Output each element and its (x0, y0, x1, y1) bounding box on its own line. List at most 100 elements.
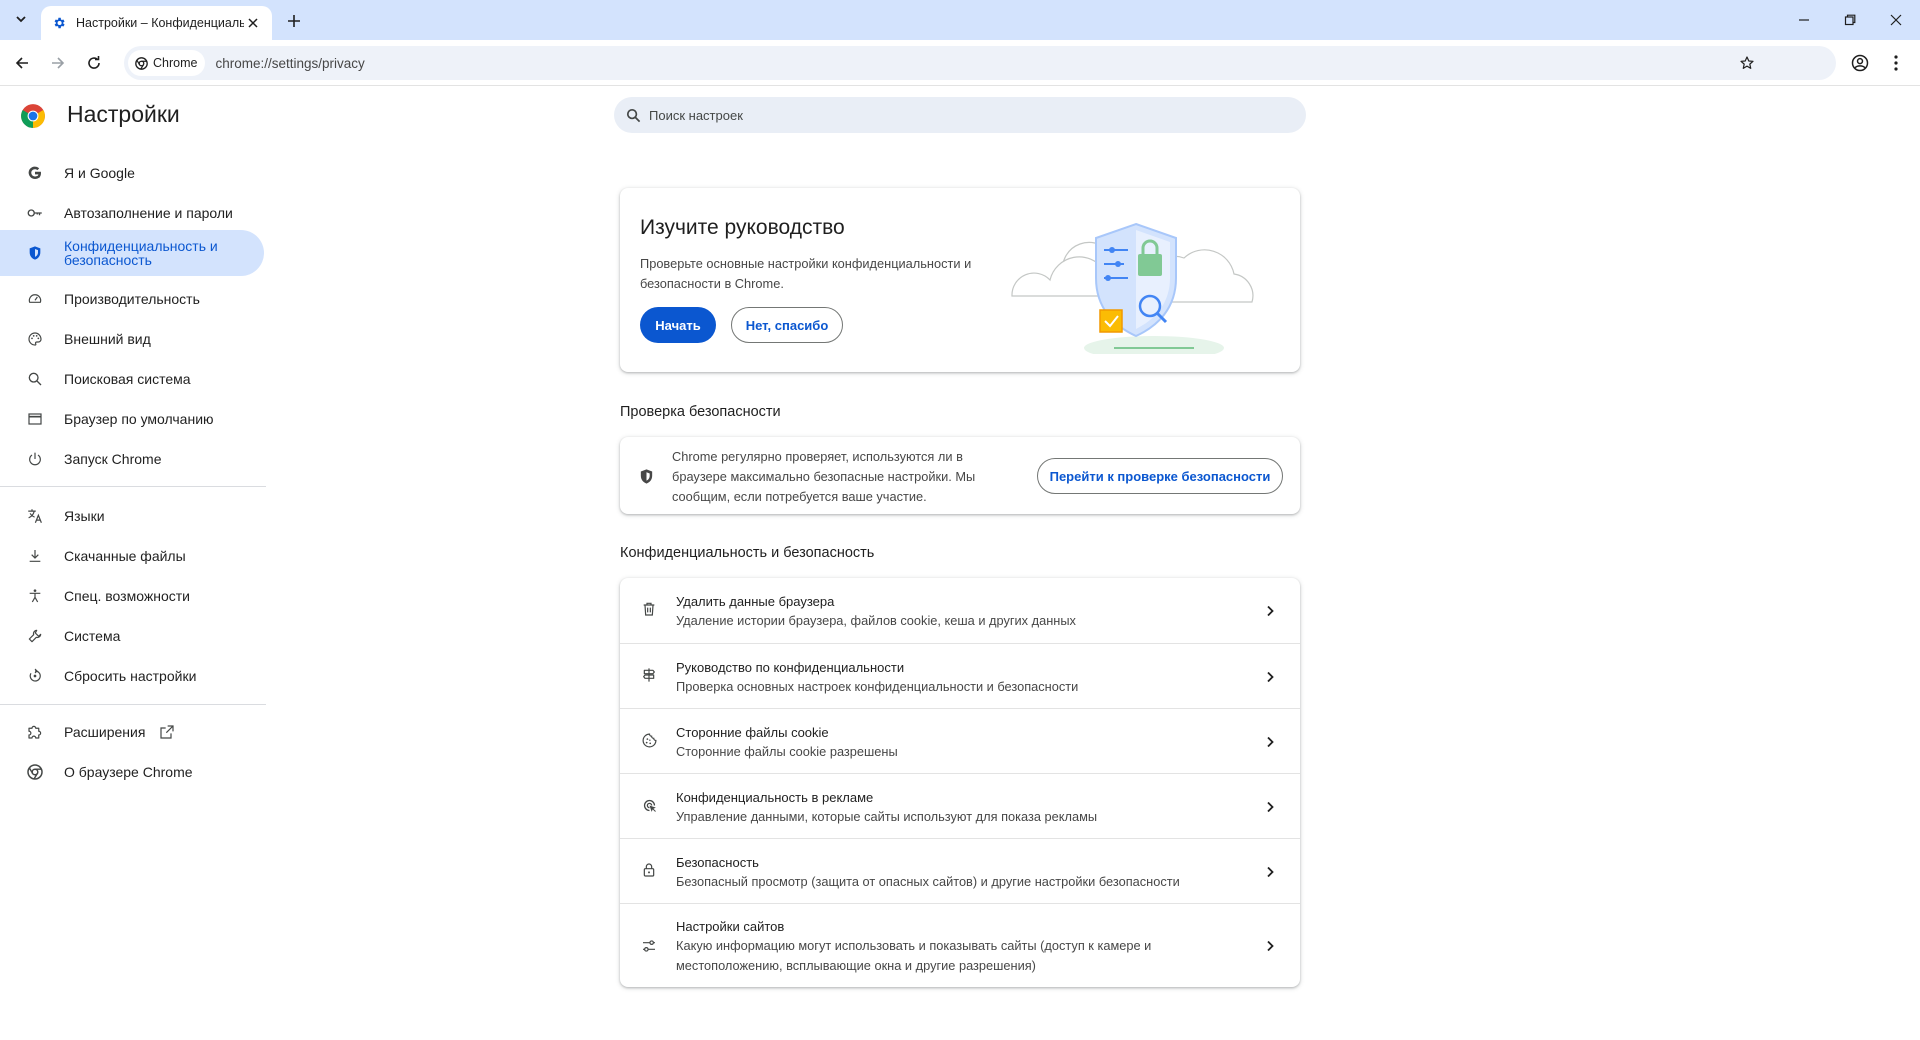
site-info-chip[interactable]: Chrome (128, 50, 206, 76)
sidebar-item-reset[interactable]: Сбросить настройки (0, 653, 264, 699)
sidebar-item-label: Система (64, 628, 121, 644)
chevron-right-icon (1261, 668, 1279, 686)
row-privacy-guide[interactable]: Руководство по конфиденциальности Провер… (620, 643, 1300, 708)
privacy-settings-card: Удалить данные браузера Удаление истории… (620, 578, 1300, 987)
sidebar-item-about-chrome[interactable]: О браузере Chrome (0, 749, 264, 795)
browser-menu-button[interactable] (1882, 49, 1910, 77)
google-icon (26, 164, 44, 182)
start-guide-button[interactable]: Начать (640, 307, 716, 343)
sidebar-item-label: Производительность (64, 291, 200, 307)
sidebar-item-label: Запуск Chrome (64, 451, 162, 467)
ad-privacy-icon (640, 796, 658, 814)
privacy-section-heading: Конфиденциальность и безопасность (620, 545, 875, 561)
chevron-right-icon (1261, 733, 1279, 751)
chevron-right-icon (1261, 937, 1279, 955)
row-subtitle: Проверка основных настроек конфиденциаль… (676, 679, 1079, 694)
settings-search-input[interactable] (649, 107, 1249, 123)
sidebar-item-label: Скачанные файлы (64, 548, 186, 564)
search-icon (26, 370, 44, 388)
star-icon (1740, 56, 1754, 69)
address-bar[interactable]: Chrome chrome://settings/privacy (124, 46, 1836, 80)
row-subtitle: Сторонние файлы cookie разрешены (676, 744, 898, 759)
restore-button[interactable] (1827, 0, 1873, 40)
tune-icon (640, 937, 658, 955)
palette-icon (26, 330, 44, 348)
gear-icon (51, 15, 67, 31)
chevron-right-icon (1261, 798, 1279, 816)
sidebar-item-label: Расширения (64, 724, 146, 740)
reload-button[interactable] (80, 49, 108, 77)
privacy-guide-promo-card: Изучите руководство Проверьте основные н… (620, 188, 1300, 372)
shield-icon (26, 244, 44, 262)
sidebar-item-on-startup[interactable]: Запуск Chrome (0, 436, 264, 482)
no-thanks-button[interactable]: Нет, спасибо (731, 307, 843, 343)
minimize-icon (1799, 19, 1809, 21)
chrome-logo-icon (21, 104, 45, 128)
bookmark-star-button[interactable] (1730, 46, 1764, 80)
chevron-right-icon (1261, 863, 1279, 881)
row-clear-browsing-data[interactable]: Удалить данные браузера Удаление истории… (620, 578, 1300, 643)
back-button[interactable] (8, 49, 36, 77)
key-icon (26, 204, 44, 222)
sidebar-item-label: Автозаполнение и пароли (64, 205, 233, 221)
reload-icon (88, 56, 100, 69)
profile-button[interactable] (1846, 49, 1874, 77)
sidebar-item-label: Я и Google (64, 165, 135, 181)
accessibility-icon (26, 587, 44, 605)
power-icon (26, 450, 44, 468)
url-text[interactable]: chrome://settings/privacy (215, 56, 364, 71)
more-vertical-icon (1894, 55, 1898, 71)
promo-description: Проверьте основные настройки конфиденциа… (640, 256, 972, 291)
lock-icon (640, 861, 658, 879)
row-site-settings[interactable]: Настройки сайтов Какую информацию могут … (620, 903, 1300, 987)
sidebar-item-label: Поисковая система (64, 371, 191, 387)
puzzle-icon (26, 723, 44, 741)
sidebar-item-label: О браузере Chrome (64, 764, 193, 780)
row-ad-privacy[interactable]: Конфиденциальность в рекламе Управление … (620, 773, 1300, 838)
close-window-button[interactable] (1873, 0, 1919, 40)
cookie-icon (640, 731, 658, 749)
chevron-down-icon (16, 16, 26, 23)
signpost-icon (640, 666, 658, 684)
row-security[interactable]: Безопасность Безопасный просмотр (защита… (620, 838, 1300, 903)
promo-title: Изучите руководство (640, 216, 845, 239)
minimize-button[interactable] (1781, 0, 1827, 40)
sidebar-item-label: Языки (64, 508, 105, 524)
safety-check-heading: Проверка безопасности (620, 404, 781, 420)
settings-search[interactable] (614, 97, 1306, 133)
arrow-right-icon (52, 57, 65, 69)
toolbar: Chrome chrome://settings/privacy (0, 40, 1920, 86)
row-title: Руководство по конфиденциальности (676, 660, 905, 675)
translate-icon (26, 507, 44, 525)
tab-search-button[interactable] (8, 6, 34, 32)
row-subtitle: Удаление истории браузера, файлов cookie… (676, 613, 1076, 628)
restore-icon (1844, 14, 1856, 26)
sidebar-divider (0, 486, 266, 487)
chevron-right-icon (1261, 602, 1279, 620)
row-title: Удалить данные браузера (676, 594, 835, 609)
sidebar-item-label: Внешний вид (64, 331, 151, 347)
sidebar-item-label: Сбросить настройки (64, 668, 197, 684)
active-tab[interactable]: Настройки – Конфиденциальность и безопас… (41, 6, 272, 40)
wrench-icon (26, 627, 44, 645)
settings-title: Настройки (67, 101, 180, 127)
privacy-guide-illustration (1011, 222, 1254, 354)
account-circle-icon (1851, 54, 1869, 72)
safety-check-description: Chrome регулярно проверяет, используются… (672, 449, 976, 504)
arrow-left-icon (15, 57, 28, 69)
row-third-party-cookies[interactable]: Сторонние файлы cookie Сторонние файлы c… (620, 708, 1300, 773)
reset-icon (26, 667, 44, 685)
sidebar-item-label: Конфиденциальность и безопасность (64, 238, 218, 268)
new-tab-button[interactable] (282, 9, 306, 33)
go-to-safety-check-button[interactable]: Перейти к проверке безопасности (1037, 458, 1283, 494)
sidebar-item-label: Спец. возможности (64, 588, 190, 604)
tab-close-icon[interactable] (244, 14, 262, 32)
sidebar-item-privacy[interactable]: Конфиденциальность и безопасность (0, 230, 264, 276)
forward-button[interactable] (44, 49, 72, 77)
trash-icon (640, 600, 658, 618)
open-in-new-icon (159, 724, 175, 740)
row-subtitle: Управление данными, которые сайты исполь… (676, 809, 1098, 824)
browser-window-icon (26, 410, 44, 428)
chrome-icon (26, 763, 44, 781)
chip-label: Chrome (153, 56, 198, 70)
